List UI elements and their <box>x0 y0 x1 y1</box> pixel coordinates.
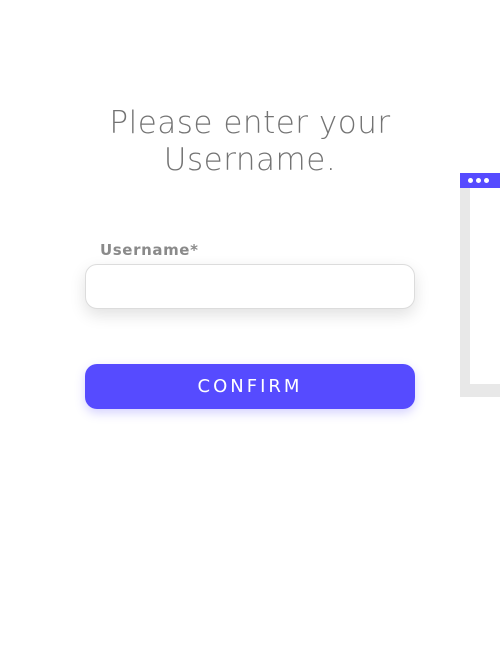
username-input[interactable] <box>86 265 414 308</box>
background-window <box>460 173 500 397</box>
background-window-content <box>470 188 500 384</box>
username-label: Username* <box>100 241 199 259</box>
window-dot-icon <box>476 178 481 183</box>
username-field-container <box>85 264 415 309</box>
page-title: Please enter your Username. <box>0 105 500 179</box>
window-dot-icon <box>468 178 473 183</box>
confirm-button[interactable]: CONFIRM <box>85 364 415 409</box>
background-window-titlebar <box>460 173 500 188</box>
three-dots-icon <box>468 178 489 183</box>
window-dot-icon <box>484 178 489 183</box>
page-title-line-2: Username. <box>163 142 337 178</box>
page-title-line-1: Please enter your <box>109 105 391 141</box>
username-page: Please enter your Username. Username* CO… <box>0 0 500 650</box>
